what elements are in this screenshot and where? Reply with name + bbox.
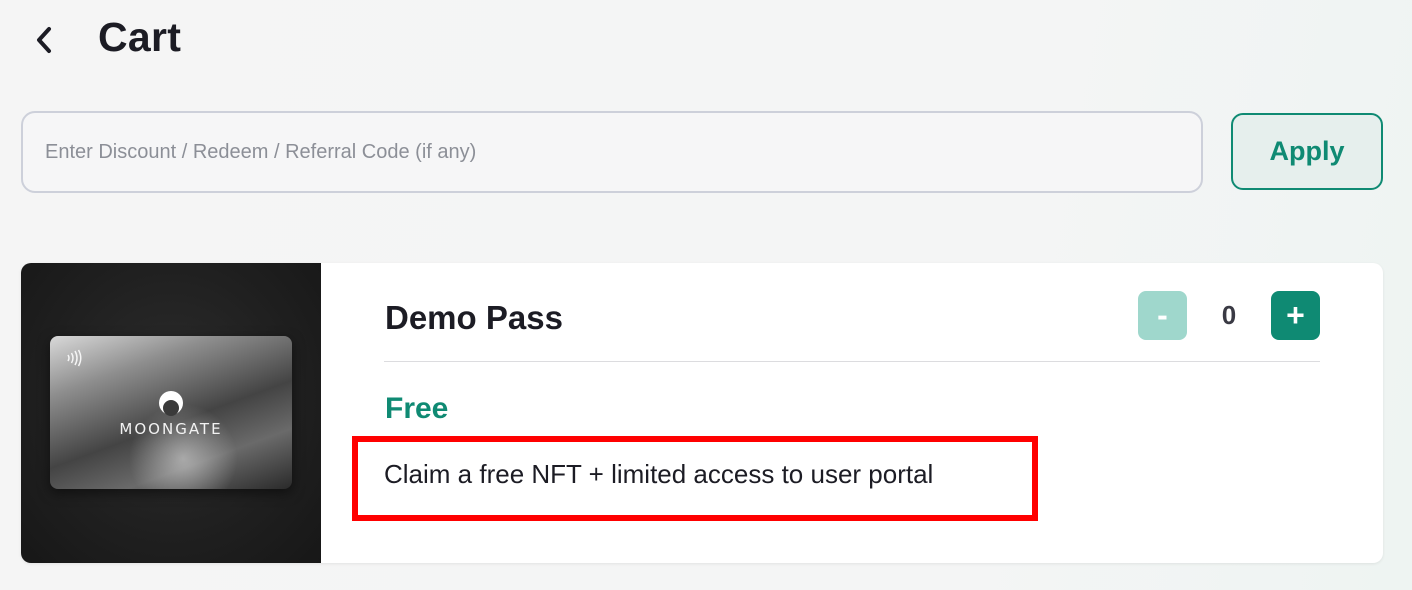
- quantity-value: 0: [1221, 300, 1237, 330]
- page-title: Cart: [98, 14, 182, 60]
- apply-button[interactable]: Apply: [1231, 113, 1383, 190]
- decrease-quantity-button[interactable]: -: [1138, 291, 1187, 340]
- product-name: Demo Pass: [385, 299, 563, 336]
- nfc-icon: [67, 349, 82, 367]
- divider: [384, 361, 1320, 362]
- chevron-left-icon: [37, 27, 51, 53]
- product-price: Free: [385, 392, 449, 425]
- product-image: MOONGATE: [21, 263, 321, 563]
- discount-code-input[interactable]: [21, 111, 1203, 193]
- nft-card-image: MOONGATE: [50, 336, 292, 489]
- moon-logo-icon: [159, 391, 183, 416]
- product-description: Claim a free NFT + limited access to use…: [384, 459, 934, 489]
- quantity-stepper: - 0 +: [1138, 291, 1320, 340]
- brand-logo-text: MOONGATE: [119, 420, 223, 438]
- increase-quantity-button[interactable]: +: [1271, 291, 1320, 340]
- product-card: MOONGATE Demo Pass - 0 + Free Claim a fr…: [21, 263, 1383, 563]
- back-button[interactable]: [24, 20, 64, 60]
